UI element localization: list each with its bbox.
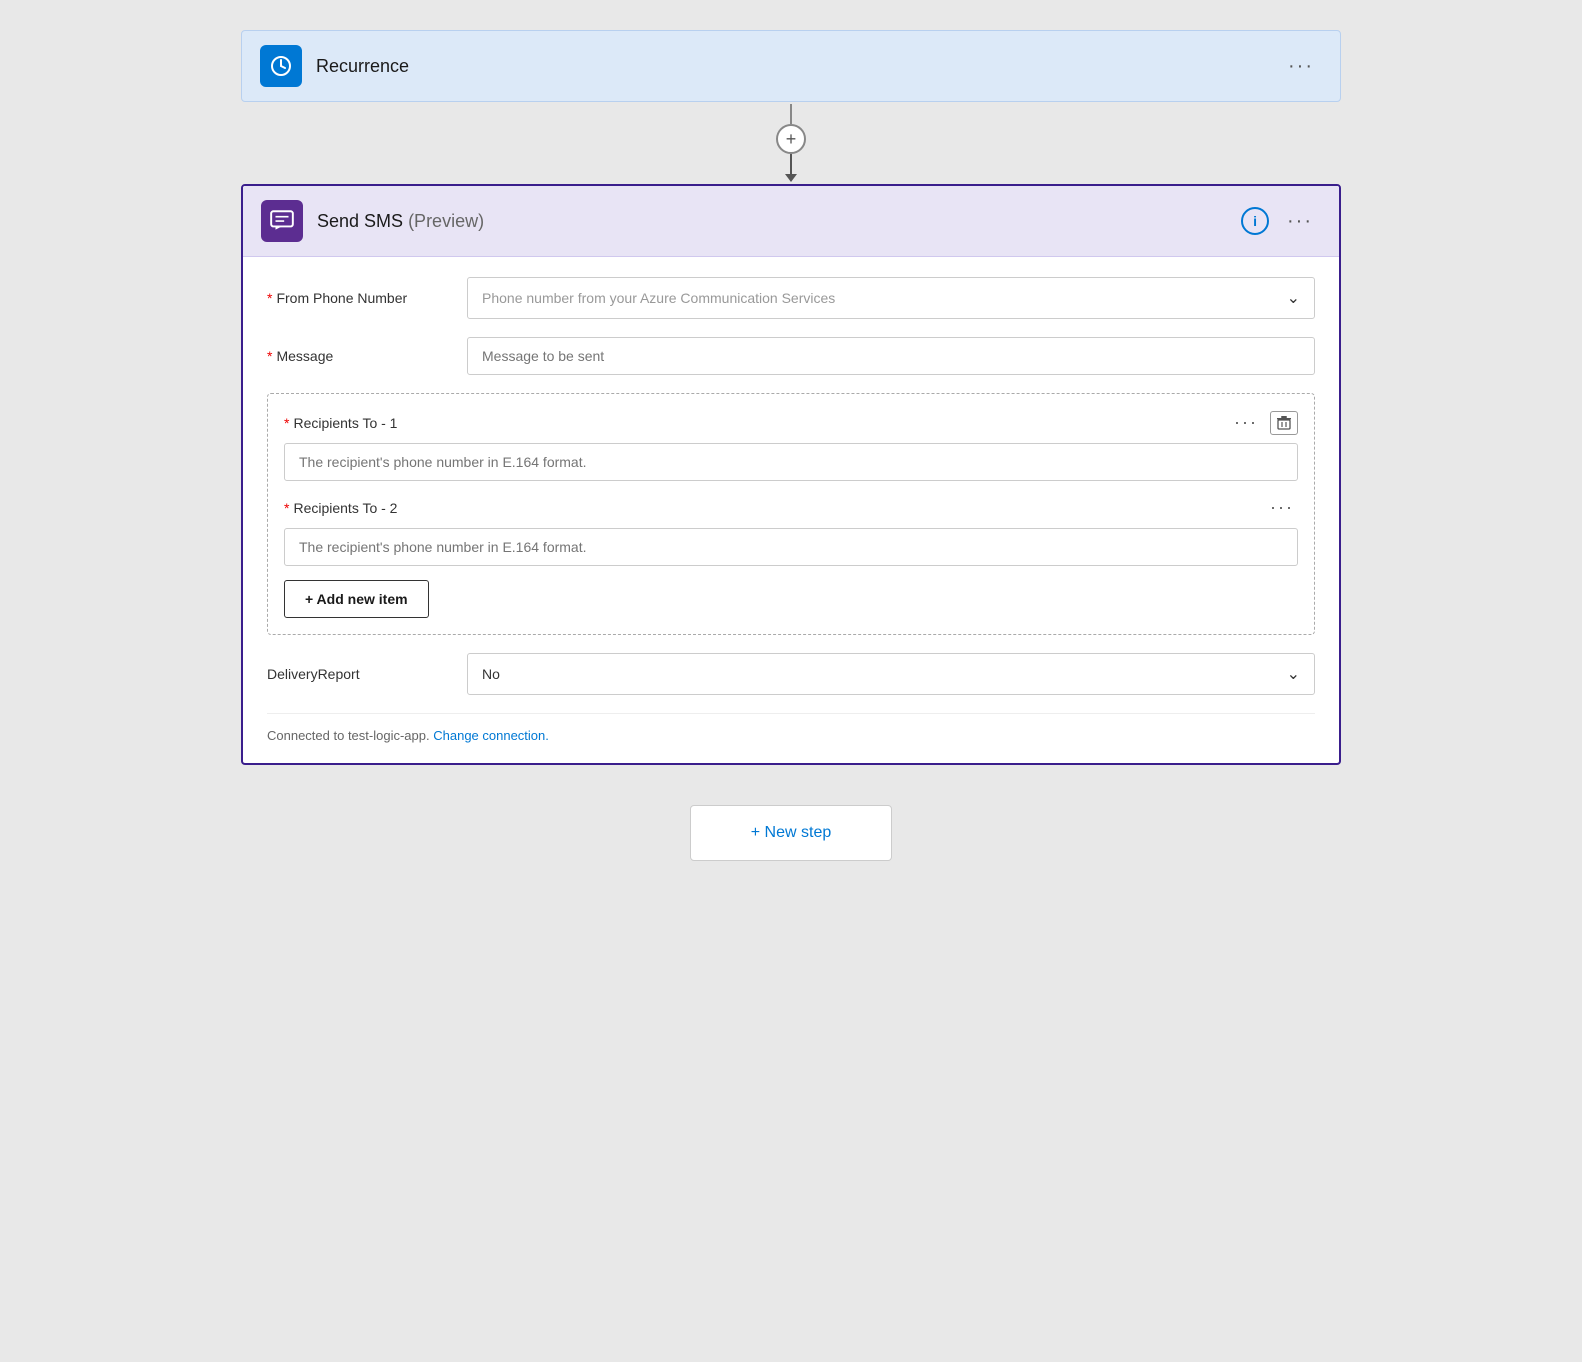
delivery-report-row: DeliveryReport No ⌄ [267,653,1315,695]
add-step-button[interactable]: + [776,124,806,154]
recipient-1-more-options-button[interactable]: ··· [1230,410,1262,435]
flow-container: Recurrence ··· + Send SMS (Preview) [191,30,1391,891]
recipient-item-1: * Recipients To - 1 ··· [284,410,1298,481]
sms-more-options-button[interactable]: ··· [1279,206,1321,237]
from-phone-placeholder: Phone number from your Azure Communicati… [482,290,835,306]
connector-arrow [785,174,797,182]
recipient-2-label: * Recipients To - 2 [284,500,397,516]
recipient-1-required-star: * [284,415,289,431]
connector-line-top [790,104,792,124]
sms-header: Send SMS (Preview) i ··· [243,186,1339,257]
connection-info: Connected to test-logic-app. Change conn… [267,713,1315,743]
from-phone-required-star: * [267,290,272,306]
recipient-1-delete-button[interactable] [1270,411,1298,435]
delivery-report-label: DeliveryReport [267,666,467,682]
sms-header-actions: i ··· [1241,206,1321,237]
delivery-report-chevron-icon: ⌄ [1287,664,1300,684]
recipient-2-input[interactable] [284,528,1298,566]
message-required-star: * [267,348,272,364]
change-connection-link[interactable]: Change connection. [433,728,549,743]
message-label: * Message [267,348,467,364]
sms-icon [261,200,303,242]
delivery-report-value: No [482,666,500,682]
from-phone-label: * From Phone Number [267,290,467,306]
recipient-1-label: * Recipients To - 1 [284,415,397,431]
delete-icon [1276,415,1292,431]
connection-text: Connected to test-logic-app. [267,728,430,743]
recipient-2-header: * Recipients To - 2 ··· [284,495,1298,520]
from-phone-row: * From Phone Number Phone number from yo… [267,277,1315,319]
sms-title: Send SMS (Preview) [317,211,1241,232]
send-sms-block: Send SMS (Preview) i ··· * From Phone Nu… [241,184,1341,765]
delivery-report-dropdown[interactable]: No ⌄ [467,653,1315,695]
new-step-button[interactable]: + New step [690,805,892,861]
recipient-item-2: * Recipients To - 2 ··· [284,495,1298,566]
from-phone-field: Phone number from your Azure Communicati… [467,277,1315,319]
message-input[interactable] [467,337,1315,375]
recurrence-icon [260,45,302,87]
recurrence-more-options-button[interactable]: ··· [1280,51,1322,82]
message-field [467,337,1315,375]
recipient-1-header: * Recipients To - 1 ··· [284,410,1298,435]
clock-icon [269,54,293,78]
message-row: * Message [267,337,1315,375]
sms-body: * From Phone Number Phone number from yo… [243,257,1339,763]
recipient-2-required-star: * [284,500,289,516]
recipient-2-actions: ··· [1266,495,1298,520]
recurrence-title: Recurrence [316,56,1280,77]
sms-chat-icon [269,208,295,234]
recurrence-block: Recurrence ··· [241,30,1341,102]
new-step-container: + New step [690,805,892,861]
step-connector: + [776,104,806,182]
recipient-2-more-options-button[interactable]: ··· [1266,495,1298,520]
sms-info-button[interactable]: i [1241,207,1269,235]
from-phone-dropdown[interactable]: Phone number from your Azure Communicati… [467,277,1315,319]
recipients-container: * Recipients To - 1 ··· [267,393,1315,635]
delivery-report-field: No ⌄ [467,653,1315,695]
recipient-1-actions: ··· [1230,410,1298,435]
from-phone-chevron-icon: ⌄ [1287,288,1300,308]
connector-line-bottom [790,154,792,174]
recipient-1-input[interactable] [284,443,1298,481]
add-new-item-button[interactable]: + Add new item [284,580,429,618]
